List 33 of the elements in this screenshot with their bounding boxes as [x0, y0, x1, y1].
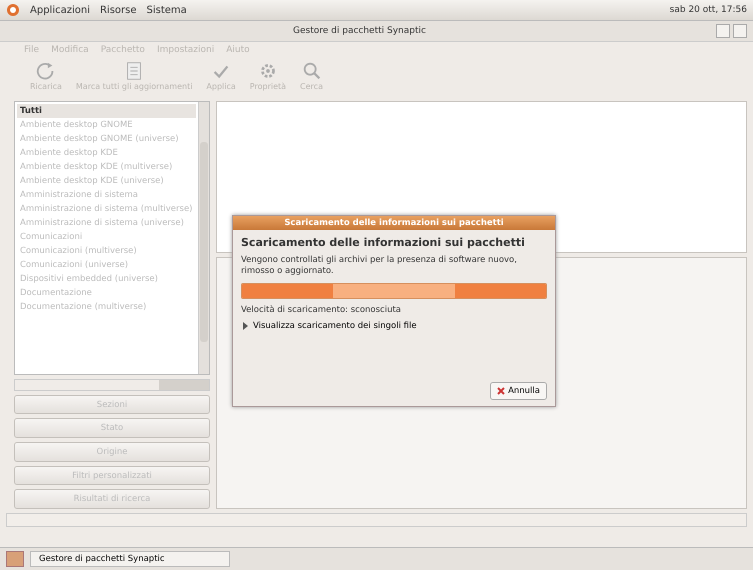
- section-item[interactable]: Amministrazione di sistema (multiverse): [17, 202, 196, 216]
- section-item[interactable]: Comunicazioni (multiverse): [17, 244, 196, 258]
- minimize-button[interactable]: [716, 24, 730, 38]
- taskbar-button[interactable]: Gestore di pacchetti Synaptic: [30, 551, 230, 567]
- section-item[interactable]: Tutti: [17, 104, 196, 118]
- dialog-message: Vengono controllati gli archivi per la presenza di software nuovo, rimosso o aggiornato.: [241, 255, 518, 278]
- panel-menu[interactable]: Applicazioni: [30, 4, 90, 16]
- section-item[interactable]: Ambiente desktop KDE: [17, 146, 196, 160]
- scrollbar[interactable]: [198, 102, 209, 374]
- expander[interactable]: Visualizza scaricamento dei singoli file: [241, 321, 417, 332]
- section-item[interactable]: Ambiente desktop KDE (universe): [17, 174, 196, 188]
- section-item[interactable]: Amministrazione di sistema (universe): [17, 216, 196, 230]
- clock[interactable]: sab 20 ott, 17:56: [670, 5, 747, 15]
- section-item[interactable]: Amministrazione di sistema: [17, 188, 196, 202]
- section-item[interactable]: Ambiente desktop GNOME: [17, 118, 196, 132]
- panel-menu[interactable]: Risorse: [100, 4, 137, 16]
- section-item[interactable]: Documentazione (multiverse): [17, 300, 196, 314]
- dialog-title: Scaricamento delle informazioni sui pacchetti: [233, 216, 555, 230]
- section-item[interactable]: Dispositivi embedded (universe): [17, 272, 196, 286]
- panel-menu[interactable]: Sistema: [146, 4, 187, 16]
- window-title: Gestore di pacchetti Synaptic: [292, 26, 427, 36]
- dialog-heading: Scaricamento delle informazioni sui pacchetti: [241, 236, 526, 249]
- close-icon: [497, 387, 506, 395]
- section-item[interactable]: Comunicazioni: [17, 230, 196, 244]
- section-item[interactable]: Ambiente desktop GNOME (universe): [17, 132, 196, 146]
- section-item[interactable]: Ambiente desktop KDE (multiverse): [17, 160, 196, 174]
- maximize-button[interactable]: [733, 24, 747, 38]
- expander-arrow-icon: [241, 322, 249, 330]
- speed-label: Velocità di scaricamento: sconosciuta: [241, 305, 402, 316]
- section-item[interactable]: Documentazione: [17, 286, 196, 300]
- scrollbar[interactable]: [14, 378, 210, 391]
- cancel-button[interactable]: Annulla: [490, 382, 547, 400]
- section-item[interactable]: Comunicazioni (universe): [17, 258, 196, 272]
